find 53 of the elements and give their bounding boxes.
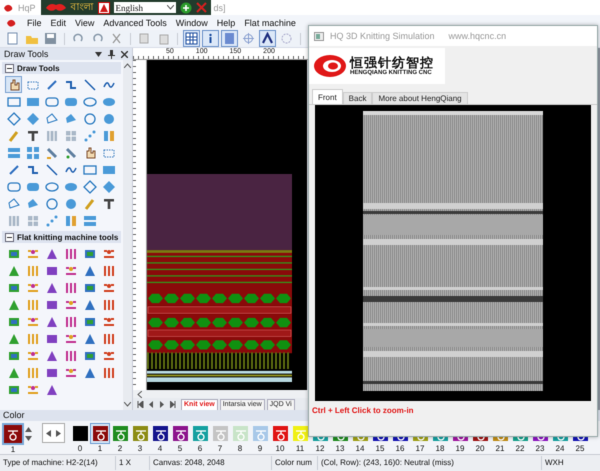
color-number: 9: [258, 444, 262, 454]
menu-item[interactable]: Help: [216, 18, 236, 28]
menu-item[interactable]: Window: [176, 18, 208, 28]
color-number: 1: [98, 444, 102, 454]
menu-item[interactable]: View: [75, 18, 94, 28]
color-number: 2: [118, 444, 122, 454]
section-header[interactable]: Draw Tools: [2, 62, 121, 74]
panel-title: Draw Tools: [4, 49, 48, 59]
color-number: 3: [138, 444, 142, 454]
color-number: 11: [296, 444, 304, 454]
window-title: HQ 3D Knitting Simulation: [330, 31, 435, 41]
color-number: 0: [78, 444, 82, 454]
window-title: ds]: [214, 2, 226, 12]
menu-item[interactable]: Flat machine: [244, 18, 296, 28]
color-number: 7: [218, 444, 222, 454]
tab[interactable]: More about HengQiang: [372, 92, 468, 104]
status-text: WXH: [544, 457, 565, 469]
color-number: 5: [178, 444, 182, 454]
status-text: Canvas: 2048, 2048: [150, 456, 272, 470]
window-title: HqP: [18, 2, 36, 12]
menu-item[interactable]: Edit: [50, 18, 66, 28]
color-number: 8: [238, 444, 242, 454]
language-name: বাংলা: [70, 1, 94, 15]
color-number: 17: [416, 444, 424, 454]
section-header[interactable]: Flat knitting machine tools: [2, 231, 121, 243]
color-number: 10: [276, 444, 284, 454]
menu-item[interactable]: File: [27, 18, 42, 28]
status-text: 1 X: [116, 456, 150, 470]
color-number: 22: [516, 444, 524, 454]
status-text: Color num: [272, 456, 318, 470]
status-text: Type of machine: H2-2(14): [0, 456, 116, 470]
status-text: (Col, Row): (243, 16)0: Neutral (miss): [318, 456, 542, 470]
menu-item[interactable]: Advanced Tools: [103, 18, 167, 28]
color-number: 6: [198, 444, 202, 454]
color-number: 15: [376, 444, 384, 454]
color-number: 1: [10, 445, 16, 455]
color-number: 4: [158, 444, 162, 454]
color-number: 21: [496, 444, 504, 454]
color-number: 24: [556, 444, 564, 454]
tab[interactable]: Front: [312, 89, 343, 104]
color-number: 13: [336, 444, 344, 454]
color-number: 19: [456, 444, 464, 454]
logo-text: 恒强针纺智控: [350, 56, 434, 70]
color-number: 12: [316, 444, 324, 454]
color-number: 25: [576, 444, 584, 454]
tab[interactable]: Back: [342, 92, 372, 104]
color-number: 18: [436, 444, 444, 454]
color-number: 23: [536, 444, 544, 454]
color-number: 20: [476, 444, 484, 454]
color-number: 16: [396, 444, 404, 454]
language-select[interactable]: English: [114, 2, 176, 13]
website-url: www.hqcnc.cn: [448, 31, 506, 41]
color-number: 14: [356, 444, 364, 454]
